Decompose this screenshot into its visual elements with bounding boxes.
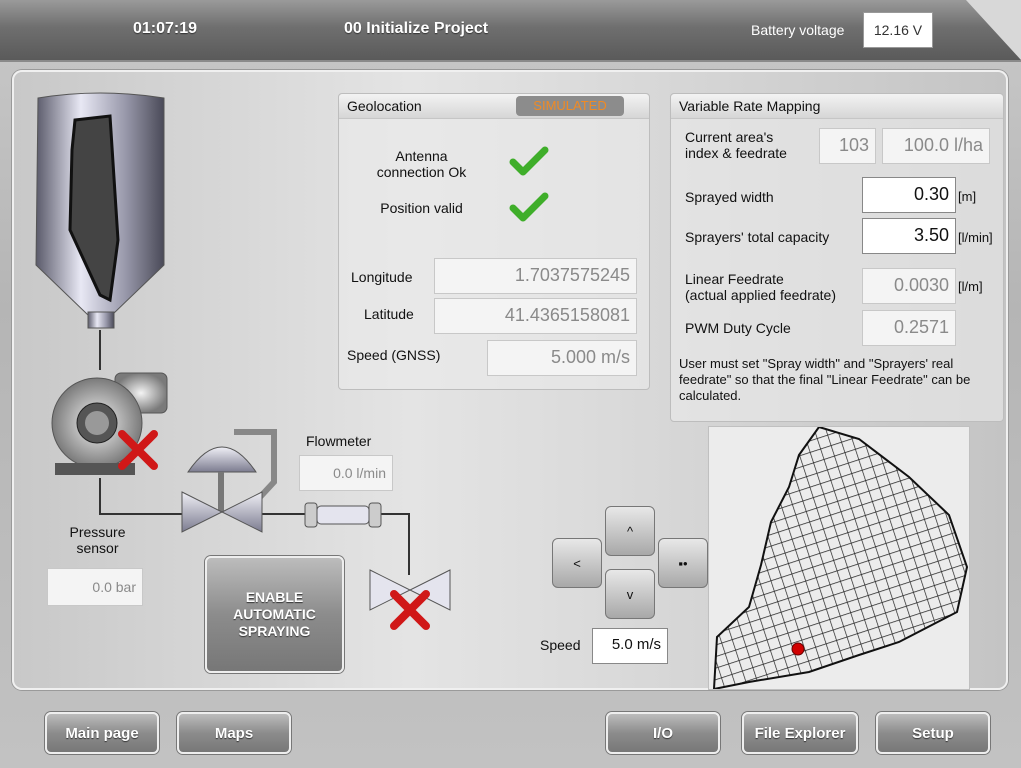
pipe: [99, 478, 101, 514]
position-label: Position valid: [380, 200, 463, 216]
clock: 01:07:19: [133, 20, 198, 37]
gnss-speed-value: 5.000 m/s: [487, 340, 637, 376]
antenna-label: Antenna connection Ok: [376, 148, 467, 180]
vrm-note: User must set "Spray width" and "Sprayer…: [679, 356, 971, 403]
enable-spraying-button[interactable]: ENABLE AUTOMATIC SPRAYING: [205, 556, 344, 673]
sprayed-width-input[interactable]: 0.30: [862, 177, 956, 213]
field-map[interactable]: [708, 426, 970, 690]
latitude-label: Latitude: [364, 306, 414, 322]
control-valve-icon: [181, 429, 277, 533]
maps-button[interactable]: Maps: [177, 712, 291, 754]
pipe: [99, 513, 189, 515]
nav-right-button[interactable]: ▪•: [658, 538, 708, 588]
battery-value: 12.16 V: [863, 12, 933, 48]
flowmeter-icon: [304, 502, 382, 528]
pwm-value: 0.2571: [862, 310, 956, 346]
battery-label: Battery voltage: [751, 22, 845, 38]
pipe: [380, 513, 410, 515]
capacity-label: Sprayers' total capacity: [685, 229, 830, 245]
nav-speed-input[interactable]: 5.0 m/s: [592, 628, 668, 664]
sprayed-width-unit: [m]: [958, 189, 977, 204]
simulated-badge: SIMULATED: [516, 96, 624, 116]
pump-error-icon: [118, 430, 158, 470]
capacity-unit: [l/min]: [958, 230, 993, 245]
linear-feedrate-label: Linear Feedrate (actual applied feedrate…: [685, 271, 836, 303]
area-feedrate-value: 100.0 l/ha: [882, 128, 990, 164]
vrm-panel: Variable Rate Mapping Current area's ind…: [670, 93, 1004, 422]
longitude-value: 1.7037575245: [434, 258, 637, 294]
antenna-check-icon: [509, 146, 549, 176]
nav-up-button[interactable]: ^: [605, 506, 655, 556]
linear-feedrate-value: 0.0030: [862, 268, 956, 304]
nav-down-button[interactable]: v: [605, 569, 655, 619]
vrm-title: Variable Rate Mapping: [679, 98, 821, 114]
io-button[interactable]: I/O: [606, 712, 720, 754]
pipe: [99, 330, 101, 370]
field-map-canvas: [712, 427, 969, 689]
corner-decoration: [966, 0, 1021, 60]
sprayed-width-label: Sprayed width: [685, 189, 774, 205]
latitude-value: 41.4365158081: [434, 298, 637, 334]
main-page-button[interactable]: Main page: [45, 712, 159, 754]
valve-error-icon: [390, 590, 430, 630]
position-check-icon: [509, 192, 549, 222]
tank-icon: [35, 92, 165, 329]
pressure-value: 0.0 bar: [47, 568, 143, 606]
nav-left-button[interactable]: <: [552, 538, 602, 588]
area-index-value: 103: [819, 128, 876, 164]
capacity-input[interactable]: 3.50: [862, 218, 956, 254]
setup-button[interactable]: Setup: [876, 712, 990, 754]
linear-feedrate-unit: [l/m]: [958, 279, 983, 294]
top-bar: 01:07:19 00 Initialize Project Battery v…: [0, 0, 1021, 62]
file-explorer-button[interactable]: File Explorer: [742, 712, 858, 754]
longitude-label: Longitude: [351, 269, 413, 285]
position-marker: [791, 642, 805, 656]
area-label: Current area's index & feedrate: [685, 129, 787, 161]
project-title: 00 Initialize Project: [344, 20, 489, 37]
flowmeter-label: Flowmeter: [306, 433, 372, 449]
geolocation-title: Geolocation: [347, 98, 422, 114]
nav-speed-label: Speed: [540, 637, 581, 653]
flowmeter-value: 0.0 l/min: [299, 455, 393, 491]
gnss-speed-label: Speed (GNSS): [347, 347, 441, 363]
pwm-label: PWM Duty Cycle: [685, 320, 791, 336]
pressure-label: Pressure sensor: [69, 524, 126, 556]
geolocation-panel: Geolocation SIMULATED Antenna connection…: [338, 93, 650, 390]
